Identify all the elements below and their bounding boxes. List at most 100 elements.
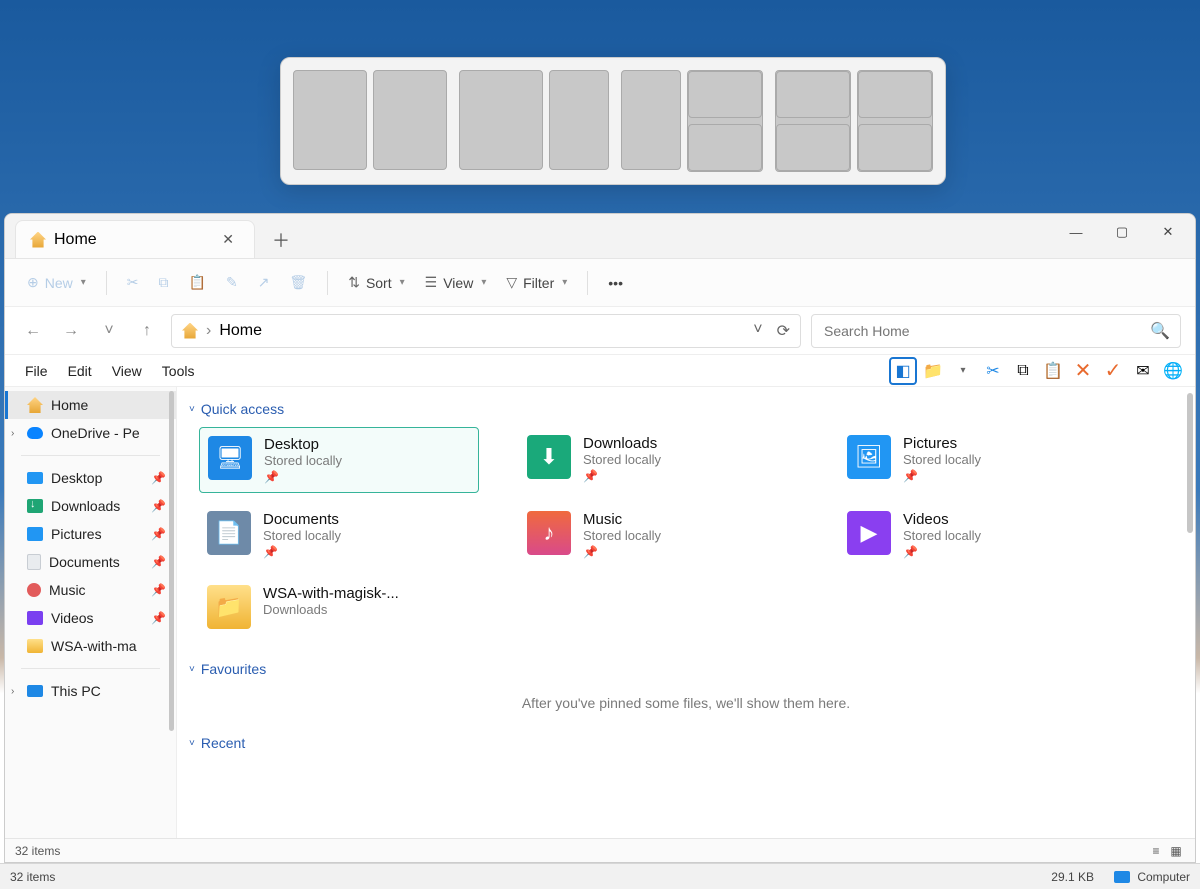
- sidebar-wsa[interactable]: WSA-with-ma: [5, 632, 176, 660]
- delete-button[interactable]: 🗑: [281, 268, 315, 297]
- section-quick-access[interactable]: ˅ Quick access: [189, 401, 1183, 417]
- item-subtitle: Stored locally: [263, 528, 341, 543]
- search-input[interactable]: [822, 322, 1150, 340]
- view-mode-toggle: ≡ ▦: [1147, 843, 1185, 859]
- content-scrollbar[interactable]: [1187, 393, 1193, 533]
- snap-cell[interactable]: [776, 124, 850, 171]
- tab-home[interactable]: Home ✕: [15, 220, 255, 258]
- paste-button[interactable]: 📋: [181, 268, 214, 297]
- snap-cell[interactable]: [688, 71, 762, 118]
- filter-button[interactable]: ▽ Filter ▾: [498, 268, 575, 297]
- snap-cell[interactable]: [858, 71, 932, 118]
- breadcrumb[interactable]: Home: [219, 322, 262, 340]
- sidebar-music[interactable]: Music 📌: [5, 576, 176, 604]
- tiles-view-button[interactable]: ▦: [1167, 843, 1185, 859]
- documents-icon: [27, 554, 41, 570]
- sidebar-documents[interactable]: Documents 📌: [5, 548, 176, 576]
- sidebar-videos[interactable]: Videos 📌: [5, 604, 176, 632]
- snap-cell[interactable]: [688, 124, 762, 171]
- folder-options-icon[interactable]: 📁: [921, 359, 945, 383]
- search-box[interactable]: 🔍: [811, 314, 1181, 348]
- maximize-button[interactable]: ▢: [1099, 216, 1145, 248]
- expander-icon[interactable]: ›: [11, 686, 14, 697]
- view-icon: ☰: [425, 274, 438, 291]
- home-icon: [27, 397, 43, 413]
- snap-cell[interactable]: [293, 70, 367, 170]
- refresh-button[interactable]: ⟳: [777, 321, 790, 341]
- chevron-down-icon: ˅: [189, 738, 195, 749]
- globe-icon[interactable]: 🌐: [1161, 359, 1185, 383]
- snap-cell[interactable]: [549, 70, 609, 170]
- forward-button[interactable]: →: [57, 317, 85, 345]
- snap-cell[interactable]: [858, 124, 932, 171]
- clipboard-icon: 📋: [189, 274, 206, 291]
- item-subtitle: Stored locally: [903, 528, 981, 543]
- back-button[interactable]: ←: [19, 317, 47, 345]
- delete-x-icon[interactable]: ✕: [1071, 359, 1095, 383]
- cut-button[interactable]: ✂: [119, 268, 147, 297]
- snap-cell[interactable]: [621, 70, 681, 170]
- item-desktop[interactable]: 🖥 Desktop Stored locally 📌: [199, 427, 479, 493]
- close-button[interactable]: ✕: [1145, 216, 1191, 248]
- item-title: Pictures: [903, 435, 981, 452]
- snap-layout-2-2[interactable]: [775, 70, 933, 172]
- item-wsa[interactable]: 📁 WSA-with-magisk-... Downloads: [199, 577, 479, 637]
- layout-icon[interactable]: ◧: [891, 359, 915, 383]
- item-documents[interactable]: 📄 Documents Stored locally 📌: [199, 503, 479, 567]
- menu-edit[interactable]: Edit: [58, 359, 102, 383]
- expander-icon[interactable]: ›: [11, 428, 14, 439]
- item-pictures[interactable]: 🖼 Pictures Stored locally 📌: [839, 427, 1119, 493]
- sidebar-downloads[interactable]: Downloads 📌: [5, 492, 176, 520]
- copy-button[interactable]: ⧉: [151, 268, 177, 297]
- item-downloads[interactable]: ⬇ Downloads Stored locally 📌: [519, 427, 799, 493]
- videos-folder-icon: ▶: [847, 511, 891, 555]
- snap-cell[interactable]: [373, 70, 447, 170]
- address-dropdown-button[interactable]: ˅: [753, 321, 762, 341]
- sidebar-desktop[interactable]: Desktop 📌: [5, 464, 176, 492]
- add-tab-button[interactable]: ＋: [263, 222, 299, 258]
- quick-access-grid: 🖥 Desktop Stored locally 📌 ⬇ Downloads S…: [199, 427, 1183, 637]
- snap-cell[interactable]: [459, 70, 543, 170]
- address-bar[interactable]: › Home ˅ ⟳: [171, 314, 801, 348]
- sort-button[interactable]: ⇅ Sort ▾: [340, 268, 412, 297]
- item-videos[interactable]: ▶ Videos Stored locally 📌: [839, 503, 1119, 567]
- minimize-button[interactable]: —: [1053, 216, 1099, 248]
- pin-icon: 📌: [903, 545, 981, 559]
- item-music[interactable]: ♪ Music Stored locally 📌: [519, 503, 799, 567]
- rename-icon: ✎: [226, 274, 238, 291]
- sidebar-item-label: Desktop: [51, 470, 102, 486]
- separator: [21, 455, 160, 456]
- menu-file[interactable]: File: [15, 359, 58, 383]
- status-location: Computer: [1114, 870, 1190, 884]
- mail-icon[interactable]: ✉: [1131, 359, 1155, 383]
- check-icon[interactable]: ✓: [1101, 359, 1125, 383]
- snap-layout-2col[interactable]: [293, 70, 447, 172]
- up-button[interactable]: ↑: [133, 317, 161, 345]
- snap-cell[interactable]: [776, 71, 850, 118]
- recent-locations-button[interactable]: ˅: [95, 317, 123, 345]
- menu-view[interactable]: View: [102, 359, 152, 383]
- menu-tools[interactable]: Tools: [152, 359, 205, 383]
- tab-close-button[interactable]: ✕: [216, 229, 240, 250]
- details-view-button[interactable]: ≡: [1147, 843, 1165, 859]
- cut-icon[interactable]: ✂: [981, 359, 1005, 383]
- share-button[interactable]: ↗: [250, 268, 278, 297]
- snap-layout-2col-wide[interactable]: [459, 70, 609, 172]
- dropdown-icon[interactable]: ▾: [951, 359, 975, 383]
- copy-icon[interactable]: ⧉: [1011, 359, 1035, 383]
- new-button[interactable]: ⊕ New ▾: [19, 268, 94, 297]
- paste-icon[interactable]: 📋: [1041, 359, 1065, 383]
- sidebar-home[interactable]: Home: [5, 391, 176, 419]
- more-button[interactable]: •••: [600, 269, 631, 297]
- view-button[interactable]: ☰ View ▾: [417, 268, 495, 297]
- section-favourites[interactable]: ˅ Favourites: [189, 661, 1183, 677]
- item-title: Music: [583, 511, 661, 528]
- sidebar-thispc[interactable]: › This PC: [5, 677, 176, 705]
- snap-layout-1-2[interactable]: [621, 70, 763, 172]
- sidebar-onedrive[interactable]: › OneDrive - Pe: [5, 419, 176, 447]
- rename-button[interactable]: ✎: [218, 268, 246, 297]
- section-recent[interactable]: ˅ Recent: [189, 735, 1183, 751]
- view-label: View: [443, 275, 473, 291]
- sidebar-pictures[interactable]: Pictures 📌: [5, 520, 176, 548]
- pc-icon: [27, 685, 43, 697]
